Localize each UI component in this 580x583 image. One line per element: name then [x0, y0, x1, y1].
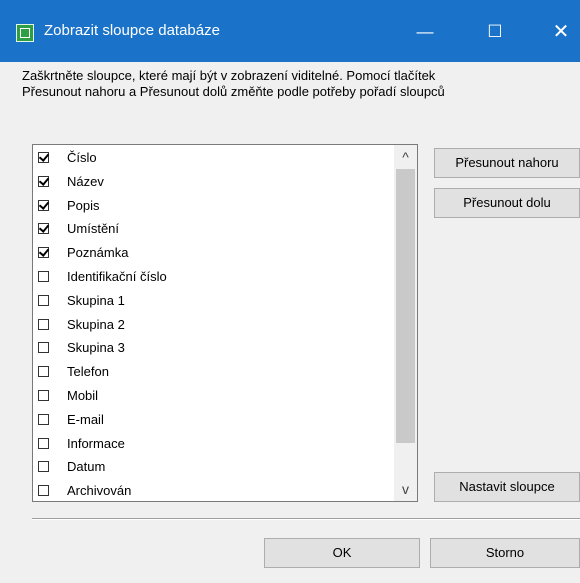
- minimize-button[interactable]: —: [402, 12, 448, 52]
- column-list-item[interactable]: Datum: [38, 455, 388, 478]
- column-list-item[interactable]: Skupina 3: [38, 336, 388, 359]
- checkbox-checked[interactable]: [38, 199, 49, 211]
- column-label: Číslo: [67, 150, 97, 165]
- column-label: Skupina 3: [67, 340, 125, 356]
- app-icon: [16, 24, 34, 42]
- vertical-scrollbar[interactable]: ^ v: [394, 145, 417, 501]
- move-down-button[interactable]: Přesunout dolu: [434, 188, 580, 218]
- checkbox-unchecked[interactable]: [38, 366, 49, 378]
- checkbox-checked[interactable]: [38, 175, 49, 187]
- column-list-item[interactable]: Informace: [38, 432, 388, 455]
- maximize-button[interactable]: ☐: [472, 12, 518, 52]
- instructions-line-1: Zaškrtněte sloupce, které mají být v zob…: [22, 68, 436, 83]
- checkbox-unchecked[interactable]: [38, 294, 49, 306]
- columns-listbox[interactable]: Číslo Název Popis Umístění Poznámka Identifik…: [32, 144, 418, 502]
- checkbox-unchecked[interactable]: [38, 342, 49, 354]
- column-list-item[interactable]: Archivován: [38, 479, 388, 501]
- checkbox-unchecked[interactable]: [38, 437, 49, 449]
- column-label: Skupina 2: [67, 316, 125, 332]
- ok-button[interactable]: OK: [264, 538, 420, 568]
- column-label: Archivován: [67, 483, 132, 499]
- column-list-item[interactable]: Číslo: [38, 146, 388, 169]
- column-list-item[interactable]: Umístění: [38, 217, 388, 240]
- scroll-down-icon[interactable]: v: [394, 477, 417, 501]
- column-label: Datum: [67, 459, 106, 475]
- scroll-thumb[interactable]: [396, 169, 415, 443]
- column-label: Popis: [67, 197, 100, 213]
- column-list-item[interactable]: Identifikační číslo: [38, 265, 388, 288]
- checkbox-unchecked[interactable]: [38, 390, 49, 401]
- checkbox-unchecked[interactable]: [38, 318, 49, 330]
- close-button[interactable]: ✕: [542, 12, 580, 52]
- column-label: Název: [67, 173, 104, 189]
- instructions-text: Zaškrtněte sloupce, které mají být v zob…: [22, 68, 572, 100]
- column-label: Poznámka: [67, 245, 129, 261]
- separator: [32, 518, 580, 520]
- column-list-item[interactable]: Mobil: [38, 384, 388, 407]
- move-up-button[interactable]: Přesunout nahoru: [434, 148, 580, 178]
- set-columns-button[interactable]: Nastavit sloupce: [434, 472, 580, 502]
- checkbox-checked[interactable]: [38, 247, 49, 259]
- column-label: Mobil: [67, 388, 99, 403]
- column-list-item[interactable]: E-mail: [38, 408, 388, 431]
- column-list-item[interactable]: Skupina 1: [38, 289, 388, 312]
- checkbox-unchecked[interactable]: [38, 485, 49, 497]
- column-label: E-mail: [67, 411, 104, 427]
- checkbox-unchecked[interactable]: [38, 461, 49, 473]
- column-list-item[interactable]: Skupina 2: [38, 313, 388, 336]
- checkbox-checked[interactable]: [38, 152, 49, 163]
- column-list-item[interactable]: Poznámka: [38, 241, 388, 264]
- column-label: Skupina 1: [67, 292, 125, 308]
- column-label: Telefon: [67, 364, 109, 380]
- window-title: Zobrazit sloupce databáze: [44, 22, 220, 39]
- checkbox-unchecked[interactable]: [38, 413, 49, 425]
- column-label: Informace: [67, 435, 125, 451]
- column-label: Identifikační číslo: [67, 269, 167, 284]
- column-list-item[interactable]: Telefon: [38, 360, 388, 383]
- column-list-item[interactable]: Název: [38, 170, 388, 193]
- checkbox-unchecked[interactable]: [38, 271, 49, 282]
- scroll-up-icon[interactable]: ^: [394, 145, 417, 169]
- title-bar: Zobrazit sloupce databáze — ☐ ✕: [0, 0, 580, 62]
- checkbox-checked[interactable]: [38, 223, 49, 235]
- column-list-item[interactable]: Popis: [38, 194, 388, 217]
- instructions-line-2: Přesunout nahoru a Přesunout dolů změňte…: [22, 84, 445, 99]
- cancel-button[interactable]: Storno: [430, 538, 580, 568]
- column-label: Umístění: [67, 221, 120, 237]
